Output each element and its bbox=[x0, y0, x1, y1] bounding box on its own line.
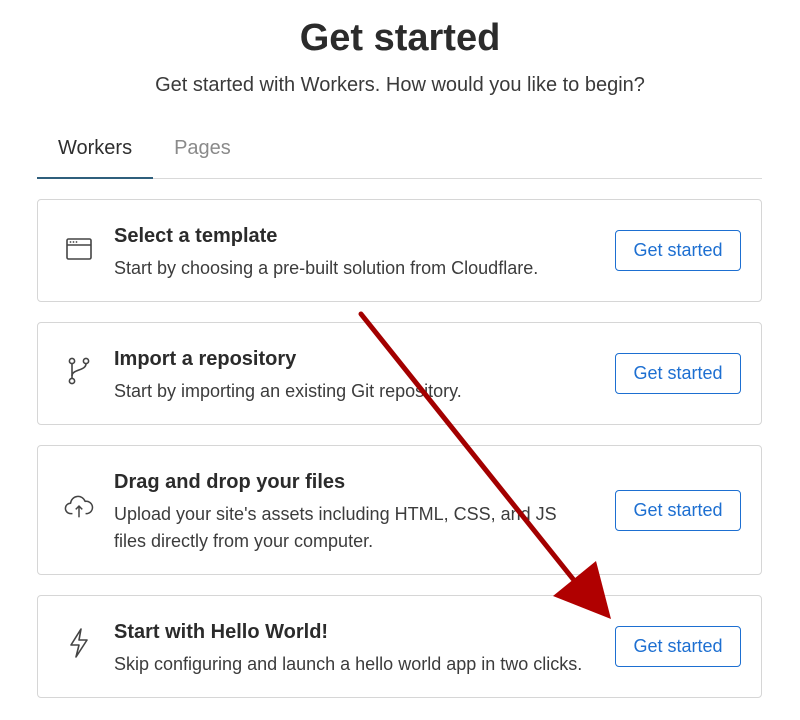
card-title: Import a repository bbox=[114, 348, 297, 370]
page-title: Get started bbox=[299, 17, 501, 59]
browser-window-icon bbox=[64, 234, 94, 264]
card-description: Start by choosing a pre-built solution f… bbox=[114, 258, 539, 278]
cloud-upload-icon bbox=[64, 492, 94, 522]
card-hello-world: Start with Hello World! Skip configuring… bbox=[37, 595, 762, 698]
git-branch-icon bbox=[64, 356, 94, 386]
page-subtitle: Get started with Workers. How would you … bbox=[155, 74, 645, 96]
tab-bar: Workers Pages bbox=[37, 124, 762, 179]
tab-workers[interactable]: Workers bbox=[37, 124, 154, 179]
get-started-import-button[interactable]: Get started bbox=[615, 353, 741, 394]
get-started-upload-button[interactable]: Get started bbox=[615, 490, 741, 531]
card-title: Select a template bbox=[114, 225, 278, 247]
get-started-hello-world-button[interactable]: Get started bbox=[615, 626, 741, 667]
card-drag-drop-files: Drag and drop your files Upload your sit… bbox=[37, 445, 762, 575]
card-title: Start with Hello World! bbox=[114, 621, 329, 643]
card-description: Skip configuring and launch a hello worl… bbox=[114, 654, 583, 674]
tab-pages[interactable]: Pages bbox=[153, 124, 252, 179]
get-started-template-button[interactable]: Get started bbox=[615, 230, 741, 271]
lightning-bolt-icon bbox=[64, 628, 94, 658]
card-description: Upload your site's assets including HTML… bbox=[114, 504, 557, 551]
card-description: Start by importing an existing Git repos… bbox=[114, 381, 462, 401]
card-title: Drag and drop your files bbox=[114, 471, 346, 493]
card-import-repository: Import a repository Start by importing a… bbox=[37, 322, 762, 425]
card-select-template: Select a template Start by choosing a pr… bbox=[37, 199, 762, 302]
